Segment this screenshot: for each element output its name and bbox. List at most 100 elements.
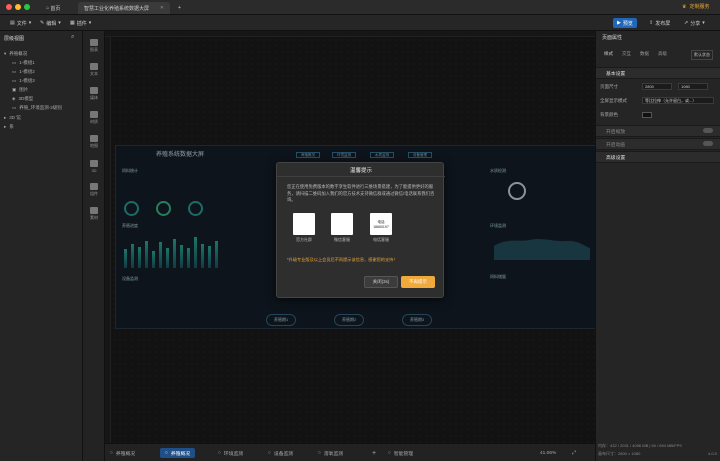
state-selector[interactable]: 默认状态 xyxy=(691,50,713,60)
chevron-down-icon: ▾ xyxy=(4,51,7,56)
account-area[interactable]: ♛ 定制服务 xyxy=(682,3,710,11)
page-tab[interactable]: ○ 环境监测 xyxy=(213,448,248,458)
tree-item[interactable]: ▣ 图片 xyxy=(12,86,28,94)
notice-dialog: 温馨提示 您正在使用免费版本的数字孪生软件进行三维场景搭建，为了能提供更好的服务… xyxy=(276,162,445,298)
qr-code-image xyxy=(293,213,315,235)
section-advanced-settings[interactable]: 高级设置 xyxy=(596,151,720,163)
rail-item-widget[interactable]: 组件 xyxy=(83,179,105,201)
close-tab-icon[interactable]: ✕ xyxy=(160,5,164,11)
close-window-button[interactable] xyxy=(6,4,12,10)
rail-item-map[interactable]: 地图 xyxy=(83,131,105,153)
dialog-title: 温馨提示 xyxy=(277,163,445,177)
minimize-window-button[interactable] xyxy=(15,4,21,10)
tab-project[interactable]: 智慧工业化养殖系统数据大屏 ✕ xyxy=(78,2,170,14)
scale-select[interactable]: 等比拉伸（允许留白，或...） xyxy=(642,97,714,104)
page-tab[interactable]: ○ 溶氧监测 xyxy=(313,448,348,458)
bg-color-swatch[interactable] xyxy=(642,112,652,118)
page-icon: ○ xyxy=(110,450,113,456)
rail-item-assets[interactable]: 素材 xyxy=(83,203,105,225)
page-tab-bar: ○ 养殖概况 ○ 养殖概况 ○ 环境监测 ○ 设备监测 ○ 溶氧监测 + ○ 智能管理 41… xyxy=(105,443,595,461)
page-icon: ○ xyxy=(318,450,321,456)
material-icon xyxy=(90,111,98,118)
qr-code-image xyxy=(331,213,353,235)
page-tab[interactable]: ○ 养殖概况 xyxy=(105,448,140,458)
fit-screen-icon[interactable]: ⤢ xyxy=(567,448,581,458)
tree-item-root[interactable]: ▾ 养殖概况 xyxy=(4,50,27,58)
upgrade-warning: *升级专业版及以上会员后不再提示该信息，感谢您的支持！ xyxy=(287,257,398,262)
share-button[interactable]: ⇗ 分享 ▾ xyxy=(680,18,709,28)
add-page-button[interactable]: + xyxy=(367,448,381,458)
component-rail: 图表 文本 媒体 材质 地图 3D 组件 素材 xyxy=(83,31,105,461)
tab-home[interactable]: ⌂ 首页 xyxy=(40,2,66,14)
dont-show-again-button[interactable]: 不再提示 xyxy=(401,276,435,288)
rail-item-media[interactable]: 媒体 xyxy=(83,83,105,105)
zoom-level[interactable]: 41.06% xyxy=(535,448,561,458)
tab-advanced[interactable]: 高级 xyxy=(658,51,667,57)
account-label: 定制服务 xyxy=(689,4,710,10)
media-icon xyxy=(90,87,98,94)
phone-card-number: 18660197 xyxy=(373,224,389,229)
chart-icon xyxy=(90,39,98,46)
home-icon: ⌂ xyxy=(46,5,50,11)
version-label: 4.0.0 xyxy=(708,451,717,456)
chevron-down-icon: ▾ xyxy=(88,20,92,26)
rail-item-text[interactable]: 文本 xyxy=(83,59,105,81)
tab-interaction[interactable]: 交互 xyxy=(622,51,631,57)
tab-data[interactable]: 数据 xyxy=(640,51,649,57)
tab-style[interactable]: 样式 xyxy=(604,51,613,57)
rail-item-3d[interactable]: 3D xyxy=(83,155,105,177)
page-size-label: 页面尺寸 xyxy=(600,84,618,89)
chevron-right-icon: ▸ xyxy=(4,115,7,120)
widget-icon xyxy=(90,183,98,190)
publish-icon: ⇪ xyxy=(649,20,654,26)
scale-label: 全屏显示模式 xyxy=(600,98,627,103)
page-tab[interactable]: ○ 智能管理 xyxy=(383,448,418,458)
memory-status: 内存：432 / 2031 / 4096 MB | 60 / 694 MB/FP… xyxy=(598,443,682,448)
group-icon: ▭ xyxy=(12,60,17,65)
page-tab[interactable]: ○ 设备监测 xyxy=(263,448,298,458)
width-input[interactable]: 2800 xyxy=(642,83,672,90)
qr-caption: 官方社群 xyxy=(296,237,312,242)
property-panel: 页面属性 样式 交互 数据 高级 默认状态 基本设置 页面尺寸 2800 108… xyxy=(595,31,720,461)
preview-button[interactable]: ▶ 预览 xyxy=(613,18,637,28)
file-icon: ▤ xyxy=(10,20,15,26)
rail-item-material[interactable]: 材质 xyxy=(83,107,105,129)
tree-item[interactable]: ▭ 1-模组3 xyxy=(12,77,35,85)
plugin-menu-button[interactable]: ▦ 插件 ▾ xyxy=(66,18,95,28)
toggle-row-animation: 开启动画 xyxy=(596,138,720,150)
height-input[interactable]: 1080 xyxy=(678,83,708,90)
file-menu-button[interactable]: ▤ 文件 ▾ xyxy=(6,18,35,28)
chevron-down-icon: ▾ xyxy=(28,20,32,26)
tree-item[interactable]: ◈ 3D模型 xyxy=(12,95,33,103)
tree-item[interactable]: ▭ 1-模组1 xyxy=(12,59,35,67)
qr-caption: 电话客服 xyxy=(373,237,389,242)
scale-row: 全屏显示模式 xyxy=(600,96,627,106)
tree-item[interactable]: ▭ 1-模组2 xyxy=(12,68,35,76)
rail-item-chart[interactable]: 图表 xyxy=(83,35,105,57)
tree-item[interactable]: ▸ 系 xyxy=(4,123,14,131)
chevron-right-icon: ▸ xyxy=(4,124,7,129)
zoom-toggle[interactable] xyxy=(703,128,713,133)
tree-item[interactable]: ▭ 养殖_环境监测-2级别 xyxy=(12,104,62,112)
page-icon: ○ xyxy=(218,450,221,456)
tree-item[interactable]: ▸ 3D 馆 xyxy=(4,114,21,122)
group-icon: ▭ xyxy=(12,69,17,74)
page-icon: ○ xyxy=(388,450,391,456)
search-icon[interactable]: ⌕ xyxy=(71,34,74,41)
publish-button[interactable]: ⇪ 发布屏 xyxy=(645,18,674,28)
canvas-size-status: 画布尺寸：2800 × 1080 xyxy=(598,451,641,456)
maximize-window-button[interactable] xyxy=(24,4,30,10)
plugin-icon: ▦ xyxy=(70,20,75,26)
section-basic-settings[interactable]: 基本设置 xyxy=(596,67,720,79)
page-tab-active[interactable]: ○ 养殖概况 xyxy=(160,448,196,458)
property-panel-title: 页面属性 xyxy=(602,35,623,41)
bg-row: 背景颜色 xyxy=(600,110,618,120)
animation-toggle[interactable] xyxy=(703,141,713,146)
edit-menu-button[interactable]: ✎ 编辑 ▾ xyxy=(36,18,65,28)
new-tab-button[interactable]: + xyxy=(172,2,187,14)
crown-icon: ♛ xyxy=(682,3,687,10)
close-dialog-button[interactable]: 关闭(3s) xyxy=(364,276,398,288)
cube-icon: ◈ xyxy=(12,96,16,101)
cube-icon xyxy=(90,159,98,167)
page-icon: ○ xyxy=(268,450,271,456)
